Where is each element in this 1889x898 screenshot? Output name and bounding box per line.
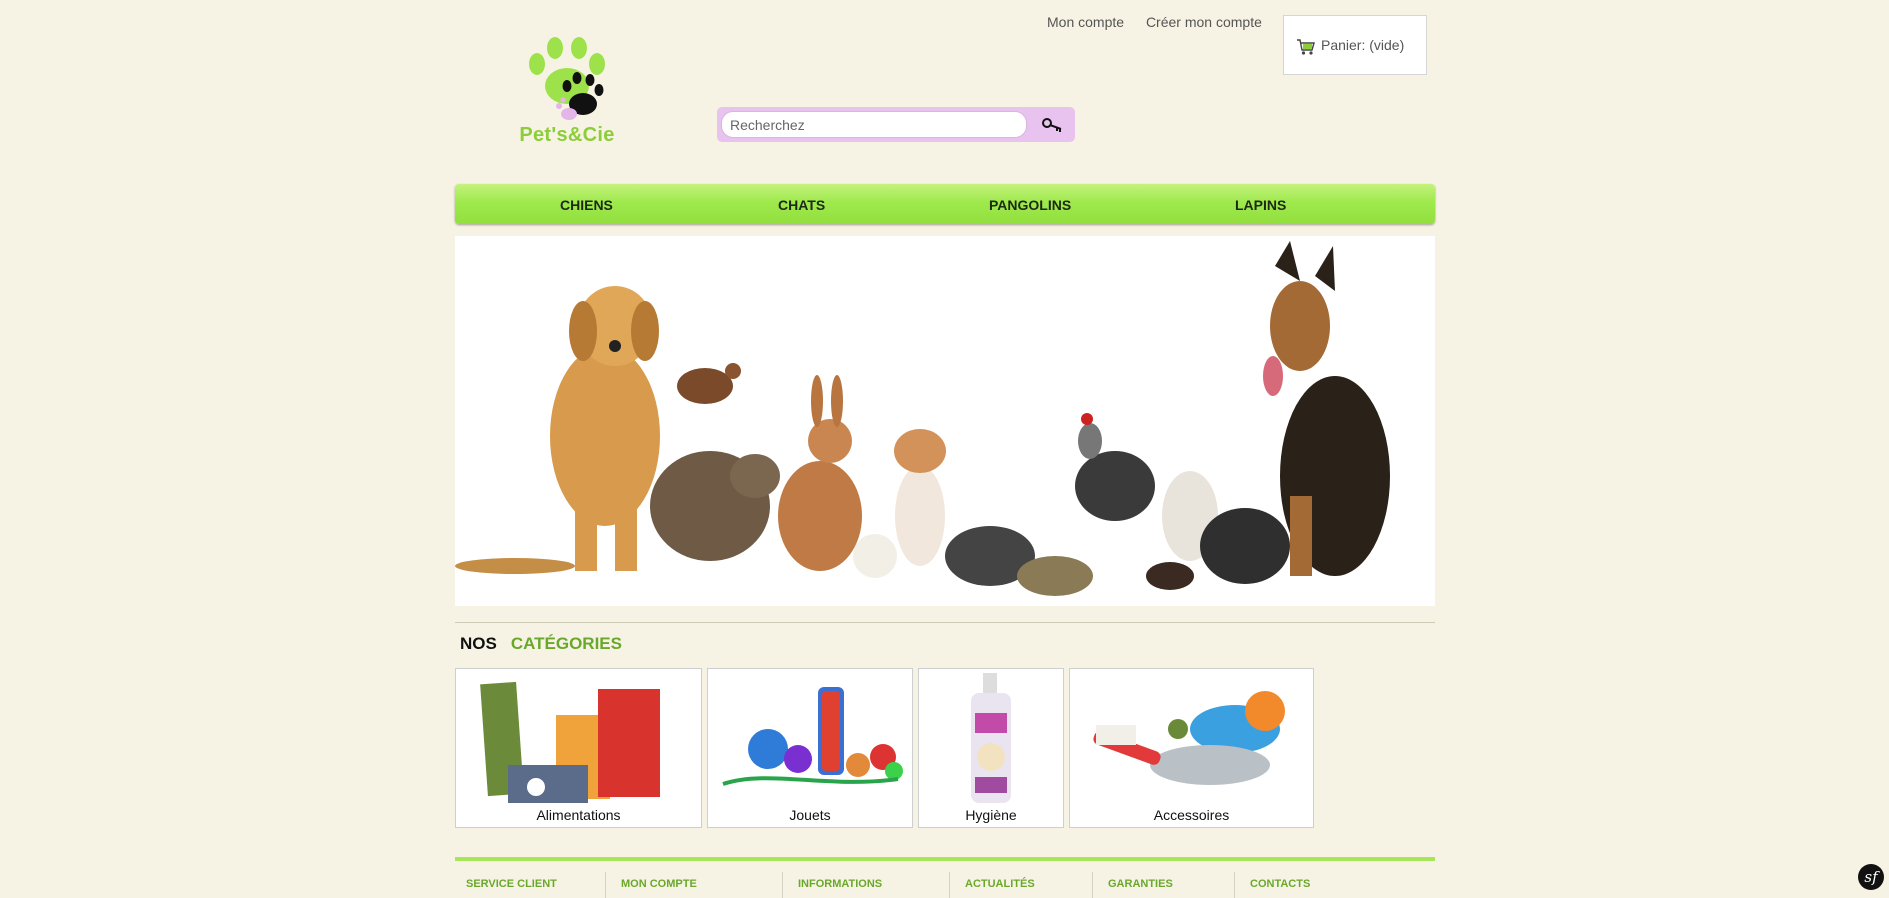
create-account-link[interactable]: Créer mon compte	[1146, 14, 1262, 30]
logo-text: Pet's&Cie	[519, 124, 615, 146]
divider	[455, 622, 1435, 623]
categories-heading-part1: NOS	[460, 634, 497, 653]
category-tile-accessoires[interactable]: Accessoires	[1069, 668, 1314, 828]
page-wrapper: Pet's&Cie Mon compte Créer mon compte Pa…	[455, 0, 1435, 898]
cart-box[interactable]: Panier: (vide)	[1283, 15, 1427, 75]
main-nav: CHIENS CHATS PANGOLINS LAPINS	[455, 184, 1435, 224]
cart-label: Panier: (vide)	[1321, 37, 1405, 53]
categories-heading-part2: CATÉGORIES	[510, 634, 622, 653]
footer-item-service-client[interactable]: SERVICE CLIENT	[466, 878, 557, 890]
footer-divider	[605, 872, 606, 898]
categories-heading: NOS CATÉGORIES	[460, 634, 622, 654]
category-label: Accessoires	[1153, 807, 1230, 823]
footer-item-informations[interactable]: INFORMATIONS	[798, 878, 882, 890]
footer-item-contacts[interactable]: CONTACTS	[1250, 878, 1310, 890]
footer-divider	[949, 872, 950, 898]
category-label: Alimentations	[536, 807, 621, 823]
footer-divider	[1234, 872, 1235, 898]
toys-image	[722, 687, 903, 786]
golden-retriever-image	[455, 286, 660, 574]
footer-item-actualites[interactable]: ACTUALITÉS	[965, 878, 1035, 890]
search-key-icon[interactable]	[1037, 113, 1067, 137]
footer-item-mon-compte[interactable]: MON COMPTE	[621, 878, 697, 890]
paw-logo-icon	[529, 37, 605, 120]
shampoo-bottle-image	[971, 673, 1011, 803]
food-products-image	[480, 681, 660, 803]
category-tile-jouets[interactable]: Jouets	[707, 668, 913, 828]
nav-item-lapins[interactable]: LAPINS	[1235, 197, 1286, 213]
category-tile-hygiene[interactable]: Hygiène	[918, 668, 1064, 828]
category-label: Hygiène	[965, 807, 1017, 823]
my-account-link[interactable]: Mon compte	[1047, 14, 1124, 30]
footer-item-garanties[interactable]: GARANTIES	[1108, 878, 1173, 890]
search-bar	[717, 107, 1075, 142]
category-label: Jouets	[789, 807, 831, 823]
cart-icon	[1297, 39, 1315, 55]
animals-illustration	[455, 241, 1390, 596]
nav-item-chats[interactable]: CHATS	[778, 197, 825, 213]
footer-divider	[1092, 872, 1093, 898]
nav-item-chiens[interactable]: CHIENS	[560, 197, 613, 213]
symfony-debug-icon[interactable]: sf	[1858, 864, 1884, 890]
hero-banner-image	[455, 236, 1435, 606]
category-tile-alimentations[interactable]: Alimentations	[455, 668, 702, 828]
site-logo[interactable]: Pet's&Cie	[515, 34, 619, 150]
search-input[interactable]	[721, 111, 1027, 138]
nav-item-pangolins[interactable]: PANGOLINS	[989, 197, 1071, 213]
footer-bar	[455, 857, 1435, 861]
accessories-image	[1093, 691, 1285, 785]
footer-divider	[782, 872, 783, 898]
account-links: Mon compte Créer mon compte	[1047, 14, 1280, 30]
